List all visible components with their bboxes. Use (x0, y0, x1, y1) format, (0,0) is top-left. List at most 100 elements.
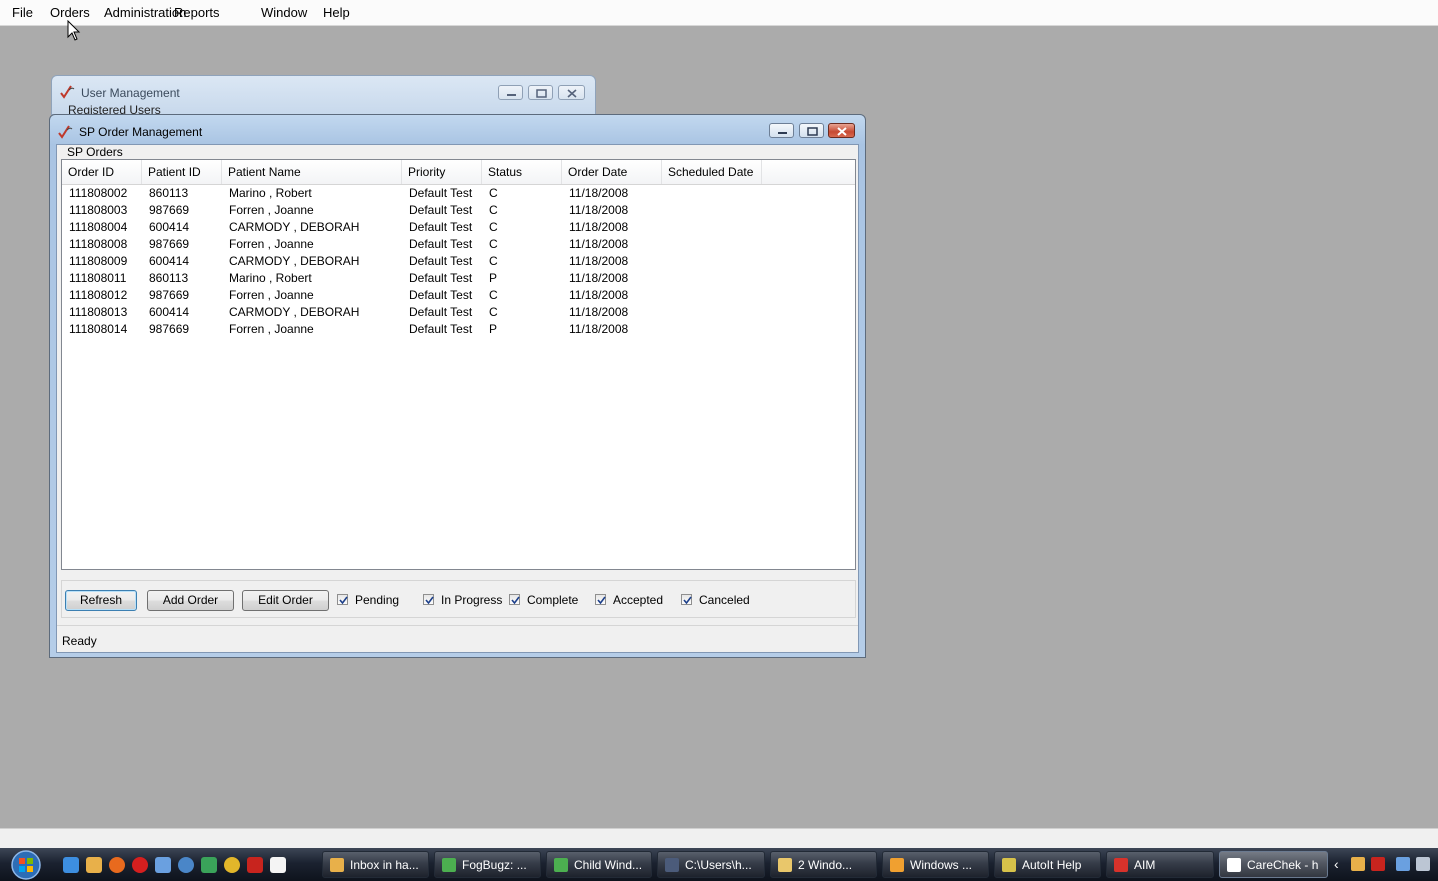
table-row[interactable]: 111808013 600414 CARMODY , DEBORAH Default … (62, 304, 855, 321)
cell-patient-name: CARMODY , DEBORAH (229, 305, 360, 319)
taskbar-button[interactable]: CareChek - h (1219, 851, 1328, 878)
table-row[interactable]: 111808009 600414 CARMODY , DEBORAH Default … (62, 253, 855, 270)
tray-mail-icon[interactable] (1351, 857, 1365, 871)
status-bar: Ready (57, 625, 858, 653)
title-bar[interactable]: SP Order Management (50, 115, 865, 145)
cell-order-id: 111808002 (69, 186, 128, 200)
mdi-bottom-strip (0, 828, 1438, 849)
column-header-order-id[interactable]: Order ID (62, 160, 142, 184)
maximize-button[interactable] (799, 123, 824, 138)
tray-network-icon[interactable] (1396, 857, 1410, 871)
taskbar-button[interactable]: Inbox in ha... (322, 851, 429, 878)
app-logo-icon (58, 125, 73, 139)
cell-status: C (489, 186, 498, 200)
cell-patient-id: 987669 (149, 322, 190, 336)
cell-order-id: 111808014 (69, 322, 128, 336)
table-row[interactable]: 111808012 987669 Forren , Joanne Default Te… (62, 287, 855, 304)
cell-patient-name: Forren , Joanne (229, 288, 314, 302)
menu-bar: File Orders Administration Reports Windo… (0, 0, 1438, 26)
cell-priority: Default Test (409, 305, 473, 319)
taskbar-button[interactable]: 2 Windo... (770, 851, 877, 878)
refresh-button[interactable]: Refresh (65, 590, 137, 611)
menu-help[interactable]: Help (323, 5, 350, 20)
sync-icon[interactable] (178, 857, 194, 873)
cell-patient-name: Forren , Joanne (229, 322, 314, 336)
table-row[interactable]: 111808002 860113 Marino , Robert Default Te… (62, 185, 855, 202)
orders-list[interactable]: Order ID Patient ID Patient Name Priorit… (61, 159, 856, 570)
mouse-cursor-icon (67, 20, 81, 41)
cell-status: C (489, 237, 498, 251)
network-icon[interactable] (201, 857, 217, 873)
checkbox-box[interactable] (681, 594, 692, 605)
checkbox-box[interactable] (423, 594, 434, 605)
opera-icon[interactable] (132, 857, 148, 873)
cell-order-date: 11/18/2008 (569, 186, 629, 200)
chrome-icon[interactable] (224, 857, 240, 873)
cell-patient-id: 860113 (149, 186, 189, 200)
cell-order-date: 11/18/2008 (569, 288, 629, 302)
column-header-patient-id[interactable]: Patient ID (142, 160, 222, 184)
cell-order-date: 11/18/2008 (569, 305, 629, 319)
checkbox-box[interactable] (595, 594, 606, 605)
checkmark-icon (683, 596, 692, 605)
menu-window[interactable]: Window (261, 5, 307, 20)
browser-icon (554, 858, 568, 872)
cell-status: C (489, 203, 498, 217)
cell-patient-id: 600414 (149, 254, 190, 268)
window-client-area: SP Orders Order ID Patient ID Patient Na… (56, 144, 859, 653)
menu-reports[interactable]: Reports (174, 5, 220, 20)
mail-icon (330, 858, 344, 872)
tray-volume-icon[interactable] (1416, 857, 1430, 871)
cell-order-date: 11/18/2008 (569, 237, 629, 251)
checkbox-box[interactable] (509, 594, 520, 605)
menu-orders[interactable]: Orders (50, 5, 90, 20)
mail-icon[interactable] (86, 857, 102, 873)
table-row[interactable]: 111808003 987669 Forren , Joanne Default Te… (62, 202, 855, 219)
internet-explorer-icon[interactable] (63, 857, 79, 873)
aim-icon[interactable] (247, 857, 263, 873)
close-button[interactable] (828, 123, 855, 138)
firefox-icon[interactable] (109, 857, 125, 873)
taskbar-button[interactable]: Child Wind... (546, 851, 652, 878)
app-grid-icon[interactable] (155, 857, 171, 873)
column-header-priority[interactable]: Priority (402, 160, 482, 184)
cell-order-id: 111808004 (69, 220, 128, 234)
help-icon (1002, 858, 1016, 872)
add-order-button[interactable]: Add Order (147, 590, 234, 611)
close-icon (567, 89, 577, 98)
close-button[interactable] (558, 85, 585, 100)
taskbar-button-label: Windows ... (910, 858, 973, 872)
taskbar-button[interactable]: AutoIt Help (994, 851, 1101, 878)
minimize-button[interactable] (769, 123, 794, 138)
column-header-patient-name[interactable]: Patient Name (222, 160, 402, 184)
taskbar-button[interactable]: AIM (1106, 851, 1214, 878)
table-row[interactable]: 111808014 987669 Forren , Joanne Default Te… (62, 321, 855, 338)
column-header-scheduled-date[interactable]: Scheduled Date (662, 160, 762, 184)
table-row[interactable]: 111808011 860113 Marino , Robert Default Te… (62, 270, 855, 287)
cell-patient-id: 987669 (149, 237, 190, 251)
sp-order-management-window[interactable]: SP Order Management SP Orders Order ID P… (49, 114, 866, 658)
chevron-left-icon[interactable]: ‹ (1334, 856, 1339, 872)
user-management-window[interactable]: User Management Registered Users (51, 75, 596, 115)
checkmark-icon (425, 596, 434, 605)
taskbar-button[interactable]: Windows ... (882, 851, 989, 878)
taskbar-button[interactable]: FogBugz: ... (434, 851, 541, 878)
tray-aim-icon[interactable] (1371, 857, 1385, 871)
cell-patient-name: Marino , Robert (229, 271, 312, 285)
paint-icon[interactable] (270, 857, 286, 873)
taskbar-button[interactable]: C:\Users\h... (657, 851, 765, 878)
cell-status: C (489, 254, 498, 268)
menu-file[interactable]: File (12, 5, 33, 20)
table-row[interactable]: 111808004 600414 CARMODY , DEBORAH Default … (62, 219, 855, 236)
table-row[interactable]: 111808008 987669 Forren , Joanne Default Te… (62, 236, 855, 253)
cell-priority: Default Test (409, 322, 473, 336)
minimize-button[interactable] (498, 85, 523, 100)
start-button-icon[interactable] (6, 849, 46, 880)
checkbox-box[interactable] (337, 594, 348, 605)
column-header-status[interactable]: Status (482, 160, 562, 184)
restore-button[interactable] (528, 85, 553, 100)
filter-label: Canceled (699, 593, 750, 607)
carechek-icon (1227, 858, 1241, 872)
column-header-order-date[interactable]: Order Date (562, 160, 662, 184)
edit-order-button[interactable]: Edit Order (242, 590, 329, 611)
